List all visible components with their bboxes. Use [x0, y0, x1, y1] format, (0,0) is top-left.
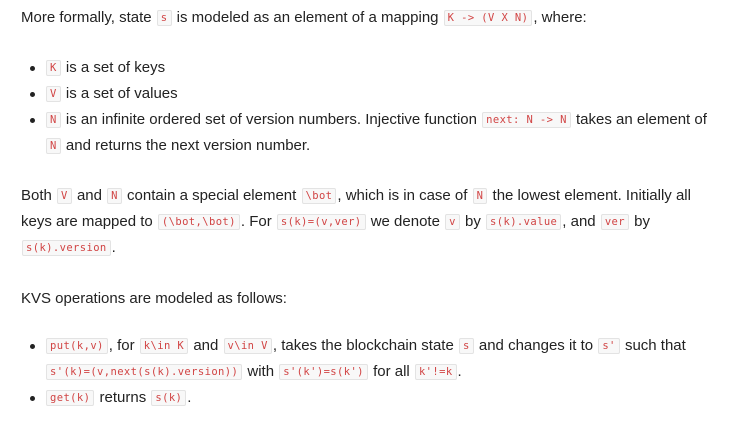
inline-code: N: [107, 188, 122, 204]
inline-code: ver: [600, 214, 629, 230]
inline-code: s: [458, 338, 474, 354]
inline-code: s: [156, 10, 172, 26]
inline-code: s'(k)=(v,next(s(k).version)): [46, 364, 243, 380]
inline-code: N: [46, 112, 61, 128]
inline-code: K: [46, 60, 61, 76]
list-item: put(k,v), for k\in K and v\in V, takes t…: [21, 333, 721, 385]
inline-code: v: [445, 214, 460, 230]
inline-code: put(k,v): [46, 338, 108, 354]
list-item: get(k) returns s(k).: [21, 385, 721, 411]
intro-paragraph: More formally, state s is modeled as an …: [21, 9, 587, 26]
inline-code: N: [472, 188, 488, 204]
operations-list: put(k,v), for k\in K and v\in V, takes t…: [21, 333, 721, 411]
inline-code: s': [598, 338, 620, 354]
inline-code: s(k): [151, 390, 187, 406]
inline-code: k\in K: [139, 338, 189, 354]
definition-list: K is a set of keys V is a set of values …: [21, 55, 711, 159]
inline-code: s(k).version: [22, 240, 111, 256]
inline-code: v\in V: [223, 338, 272, 354]
inline-code: V: [57, 188, 72, 204]
list-item: K is a set of keys: [21, 55, 711, 81]
inline-code: K -> (V X N): [443, 10, 533, 26]
inline-code: s(k)=(v,ver): [276, 214, 366, 230]
special-element-paragraph: Both V and N contain a special element \…: [21, 187, 691, 256]
inline-code: V: [46, 86, 61, 102]
inline-code: k'!=k: [414, 364, 457, 380]
list-item: N is an infinite ordered set of version …: [21, 107, 711, 159]
inline-code: (\bot,\bot): [157, 214, 240, 230]
inline-code: s'(k')=s(k'): [279, 364, 368, 380]
inline-code: next: N -> N: [482, 112, 571, 128]
operations-heading-paragraph: KVS operations are modeled as follows:: [21, 290, 287, 307]
inline-code: s(k).value: [486, 214, 562, 230]
list-item: V is a set of values: [21, 81, 711, 107]
inline-code: N: [46, 138, 61, 154]
inline-code: get(k): [46, 390, 95, 406]
inline-code: \bot: [301, 188, 337, 204]
